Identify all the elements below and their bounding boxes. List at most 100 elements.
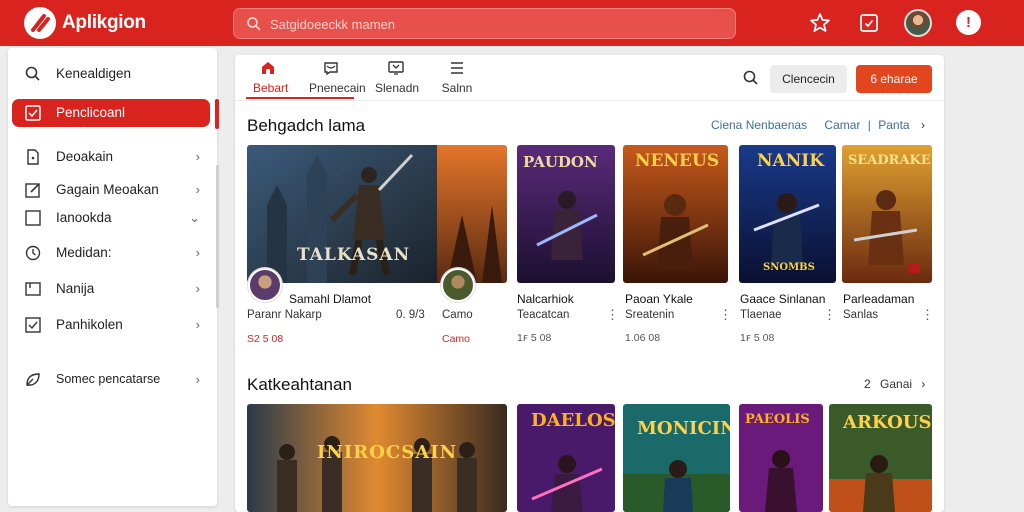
game-card-image[interactable]: SEADRAKE bbox=[842, 145, 932, 283]
sidebar-item-edit[interactable]: Gagain Meoakan › bbox=[12, 176, 210, 204]
help-icon[interactable]: ! bbox=[956, 10, 981, 35]
game-card-image[interactable]: NENEUS bbox=[623, 145, 728, 283]
card-subtitle: Paranr Nakarp bbox=[247, 309, 322, 321]
check-square-icon bbox=[25, 317, 41, 333]
card-subtitle: Teacatcan bbox=[517, 309, 570, 321]
user-avatar[interactable] bbox=[904, 9, 932, 37]
game-card-image[interactable]: NANIK SNOMBS bbox=[739, 145, 836, 283]
see-all-label: Ganai bbox=[880, 377, 913, 391]
clock-icon bbox=[25, 245, 41, 261]
primary-button[interactable]: 6 eharae bbox=[856, 65, 932, 93]
cover-title: MONICIN bbox=[637, 418, 730, 439]
sidebar-item-label: Kenealdigen bbox=[56, 66, 132, 81]
bookmark-check-icon[interactable] bbox=[857, 11, 881, 35]
message-icon bbox=[324, 62, 338, 76]
sidebar-item-clock[interactable]: Medidan: › bbox=[12, 239, 210, 267]
secondary-button[interactable]: Clencecin bbox=[770, 65, 847, 93]
logo-icon bbox=[31, 14, 50, 32]
sidebar-item-active[interactable]: Penclicoanl bbox=[12, 99, 210, 127]
card-title[interactable]: Samahl Dlamot bbox=[289, 292, 371, 306]
section-links: Ciena Nenbaenas Camar | Panta › bbox=[711, 118, 925, 132]
card-meta-label: Camo bbox=[442, 333, 471, 345]
see-all-link[interactable]: 2 Ganai › bbox=[864, 377, 925, 391]
game-card-image[interactable]: PAUDON bbox=[517, 145, 615, 283]
more-options-icon[interactable]: ⋮ bbox=[823, 307, 836, 323]
sidebar-item-square[interactable]: Ianookda ⌄ bbox=[12, 204, 210, 232]
top-bar: Aplikgion ! bbox=[0, 0, 1024, 46]
sidebar-item-label: Medidan: bbox=[56, 245, 112, 260]
sidebar-item-search[interactable]: Kenealdigen bbox=[12, 60, 210, 88]
card-subtitle: Sreatenin bbox=[625, 309, 675, 321]
featured-card-image[interactable]: TALKASAN bbox=[247, 145, 507, 283]
sidebar-item-label: Penclicoanl bbox=[56, 105, 126, 120]
creator-avatar[interactable] bbox=[441, 268, 475, 302]
tab-menu[interactable]: Salnn bbox=[440, 59, 474, 101]
cover-title: ARKOUS bbox=[843, 412, 932, 433]
game-card-image[interactable]: MONICIN bbox=[623, 404, 730, 512]
sidebar-item-label: Nanija bbox=[56, 281, 95, 296]
more-options-icon[interactable]: ⋮ bbox=[921, 307, 934, 323]
chevron-right-icon: › bbox=[195, 149, 200, 164]
cover-title: TALKASAN bbox=[297, 245, 411, 265]
tab-label: Salnn bbox=[441, 81, 473, 95]
creator-avatar[interactable] bbox=[248, 268, 282, 302]
chevron-right-icon[interactable]: › bbox=[921, 118, 925, 132]
tab-label: Pnenecain bbox=[309, 81, 366, 95]
cover-subtitle: SNOMBS bbox=[763, 262, 815, 273]
more-options-icon[interactable]: ⋮ bbox=[606, 307, 619, 323]
card-subtitle: Tlaenae bbox=[740, 309, 782, 321]
sidebar-item-label: Somec pencatarse bbox=[56, 372, 161, 386]
search-input[interactable] bbox=[270, 15, 710, 33]
card-count: 0. 9/3 bbox=[396, 309, 425, 321]
app-logo[interactable] bbox=[24, 7, 56, 39]
sidebar-item-label: Panhikolen bbox=[56, 317, 123, 332]
active-indicator bbox=[215, 99, 219, 129]
cover-title: PAUDON bbox=[523, 153, 598, 171]
card-title[interactable]: Nalcarhiok bbox=[517, 292, 574, 306]
edit-icon bbox=[25, 183, 40, 198]
chevron-right-icon: › bbox=[195, 182, 200, 197]
tab-active-underline bbox=[246, 97, 354, 99]
tab-label: Slenadn bbox=[375, 81, 420, 95]
checkbox-icon bbox=[25, 105, 41, 121]
cover-title: NENEUS bbox=[635, 151, 720, 171]
more-options-icon[interactable]: ⋮ bbox=[719, 307, 732, 323]
sidebar-item-box[interactable]: Nanija › bbox=[12, 275, 210, 303]
sidebar-item-document[interactable]: Deoakain › bbox=[12, 143, 210, 171]
tabs-divider bbox=[235, 100, 944, 101]
game-card-image[interactable]: INIROCSAIN bbox=[247, 404, 507, 512]
section-link[interactable]: Panta bbox=[878, 118, 909, 132]
cover-title: NANIK bbox=[757, 151, 824, 171]
card-subtitle: Camo bbox=[442, 309, 473, 321]
menu-icon bbox=[451, 62, 463, 74]
cover-title: PAEOLIS bbox=[745, 412, 810, 427]
star-icon[interactable] bbox=[808, 11, 832, 35]
sidebar-item-label: Deoakain bbox=[56, 149, 114, 164]
tab-messages[interactable]: Pnenecain bbox=[309, 59, 366, 101]
card-title[interactable]: Paoan Ykale bbox=[625, 292, 693, 306]
box-icon bbox=[25, 282, 41, 296]
search-icon bbox=[25, 66, 40, 81]
game-card-image[interactable]: DAELOS bbox=[517, 404, 615, 512]
section-link[interactable]: Ciena Nenbaenas bbox=[711, 118, 807, 132]
cover-title: SEADRAKE bbox=[848, 153, 931, 168]
game-card-image[interactable]: PAEOLIS bbox=[739, 404, 823, 512]
game-card-image[interactable]: ARKOUS bbox=[829, 404, 932, 512]
section-link[interactable]: Camar bbox=[824, 118, 860, 132]
search-icon[interactable] bbox=[742, 69, 760, 87]
tab-home[interactable]: Bebart bbox=[253, 59, 288, 101]
chevron-right-icon: › bbox=[921, 377, 926, 391]
tab-tv[interactable]: Slenadn bbox=[375, 59, 420, 101]
search-bar[interactable] bbox=[233, 8, 736, 39]
sidebar-item-check[interactable]: Panhikolen › bbox=[12, 311, 210, 339]
card-title[interactable]: Gaace Sinlanan bbox=[740, 292, 825, 306]
cover-title: DAELOS bbox=[531, 410, 615, 431]
home-icon bbox=[262, 62, 274, 74]
card-title[interactable]: Parleadaman bbox=[843, 292, 914, 306]
section-title: Behgadch lama bbox=[247, 116, 366, 135]
sidebar-item-leaf[interactable]: Somec pencatarse › bbox=[12, 366, 210, 394]
sidebar-scrollbar[interactable] bbox=[216, 165, 219, 308]
cover-title: INIROCSAIN bbox=[317, 442, 458, 463]
card-meta: 1ꜰ 5 08 bbox=[740, 332, 775, 344]
card-subtitle: Sanlas bbox=[843, 309, 879, 321]
